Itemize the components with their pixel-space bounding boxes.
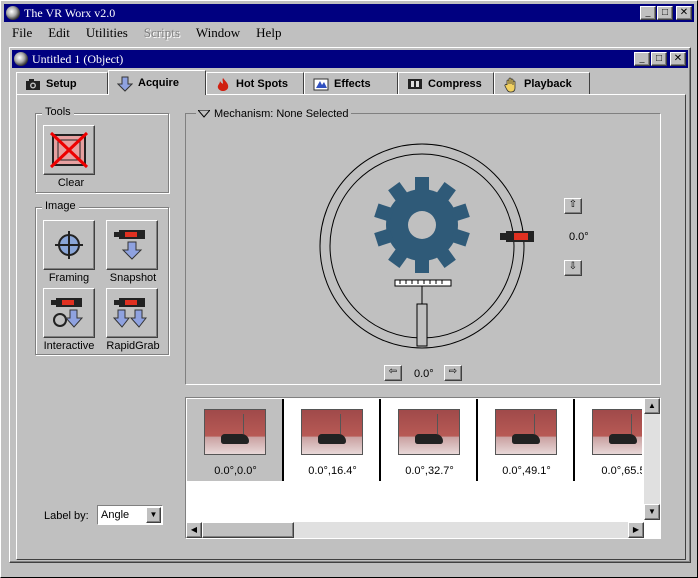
- frame-thumbnail[interactable]: 0.0°,0.0°: [187, 399, 284, 481]
- tilt-up-button[interactable]: ⇧: [564, 198, 582, 214]
- tab-compress-label: Compress: [428, 77, 482, 90]
- document-window: Untitled 1 (Object) _ □ ✕ Setup Acquire …: [9, 47, 691, 563]
- gear-icon: [374, 177, 470, 273]
- menu-window[interactable]: Window: [188, 25, 248, 41]
- tab-setup-label: Setup: [46, 77, 77, 90]
- scroll-right-button[interactable]: ▶: [628, 522, 644, 538]
- frame-thumbnail[interactable]: 0.0°,65.5: [575, 399, 642, 481]
- frame-image: [301, 409, 363, 455]
- rapidgrab-button[interactable]: [106, 288, 158, 338]
- chevron-down-icon[interactable]: ▼: [146, 507, 161, 523]
- tab-playback-label: Playback: [524, 77, 572, 90]
- maximize-button[interactable]: □: [657, 6, 673, 20]
- framing-button[interactable]: [43, 220, 95, 270]
- doc-close-button[interactable]: ✕: [670, 52, 686, 66]
- rapidgrab-label: RapidGrab: [106, 340, 160, 352]
- frame-label: 0.0°,16.4°: [308, 465, 357, 477]
- interactive-icon: [51, 298, 84, 328]
- frame-thumbnail[interactable]: 0.0°,16.4°: [284, 399, 381, 481]
- snapshot-label: Snapshot: [109, 272, 157, 284]
- clear-button[interactable]: [43, 125, 95, 175]
- tab-compress[interactable]: Compress: [398, 72, 494, 94]
- down-arrow-icon: [116, 76, 134, 92]
- clear-icon: [49, 131, 89, 169]
- scroll-up-button[interactable]: ▲: [644, 398, 660, 414]
- clear-label: Clear: [57, 177, 85, 189]
- image-label: Image: [42, 200, 79, 212]
- mechanism-diagram: [319, 143, 534, 349]
- document-icon: [14, 52, 28, 66]
- scroll-thumb[interactable]: [202, 522, 294, 538]
- pan-value: 0.0°: [414, 368, 434, 380]
- frame-thumbnail[interactable]: 0.0°,49.1°: [478, 399, 575, 481]
- interactive-label: Interactive: [43, 340, 95, 352]
- frame-label: 0.0°,49.1°: [502, 465, 551, 477]
- tab-hot-spots-label: Hot Spots: [236, 77, 288, 90]
- tab-bar: Setup Acquire Hot Spots Effects Compress…: [16, 70, 686, 95]
- menu-utilities[interactable]: Utilities: [78, 25, 136, 41]
- effects-icon: [313, 77, 329, 91]
- tilt-value: 0.0°: [569, 231, 589, 243]
- tab-playback[interactable]: Playback: [494, 72, 590, 94]
- tilt-down-button[interactable]: ⇩: [564, 260, 582, 276]
- document-title: Untitled 1 (Object): [32, 51, 124, 66]
- vertical-scrollbar[interactable]: ▲ ▼: [644, 398, 660, 520]
- label-by-value: Angle: [101, 509, 130, 521]
- minimize-button[interactable]: _: [640, 6, 656, 20]
- tools-group: Tools Clear: [35, 106, 169, 193]
- tab-effects[interactable]: Effects: [304, 72, 398, 94]
- app-icon: [6, 6, 20, 20]
- crosshair-icon: [55, 231, 83, 259]
- interactive-button[interactable]: [43, 288, 95, 338]
- flame-icon: [215, 77, 231, 91]
- camera-icon: [25, 77, 41, 91]
- close-button[interactable]: ✕: [676, 6, 692, 20]
- frame-image: [592, 409, 642, 455]
- image-group: Image Framing Snapshot Interactive Rapid…: [35, 200, 169, 355]
- acquire-panel: Tools Clear Image Framing Snapshot Inter…: [16, 94, 686, 560]
- doc-maximize-button[interactable]: □: [651, 52, 667, 66]
- app-titlebar[interactable]: The VR Worx v2.0 _ □ ✕: [4, 4, 694, 22]
- frame-image: [495, 409, 557, 455]
- pan-left-button[interactable]: ⇦: [384, 365, 402, 381]
- frame-image: [398, 409, 460, 455]
- app-title: The VR Worx v2.0: [24, 5, 116, 20]
- menu-help[interactable]: Help: [248, 25, 289, 41]
- frame-strip: 0.0°,0.0° 0.0°,16.4° 0.0°,32.7° 0.0°,49.…: [185, 397, 661, 539]
- framing-label: Framing: [48, 272, 90, 284]
- label-by-label: Label by:: [44, 510, 89, 522]
- film-icon: [407, 77, 423, 91]
- tab-hot-spots[interactable]: Hot Spots: [206, 72, 304, 94]
- scroll-left-button[interactable]: ◀: [186, 522, 202, 538]
- tools-label: Tools: [42, 106, 74, 118]
- menu-edit[interactable]: Edit: [40, 25, 78, 41]
- camera-position-icon: [500, 231, 534, 242]
- tab-effects-label: Effects: [334, 77, 371, 90]
- menu-bar: File Edit Utilities Scripts Window Help: [4, 23, 694, 42]
- mechanism-panel: Mechanism: None Selected ⇧ 0.0° ⇩ ⇦ 0.0°…: [185, 108, 661, 385]
- frame-label: 0.0°,0.0°: [214, 465, 257, 477]
- tab-acquire-label: Acquire: [138, 77, 179, 89]
- doc-minimize-button[interactable]: _: [634, 52, 650, 66]
- frame-label: 0.0°,65.5: [601, 465, 642, 477]
- scroll-down-button[interactable]: ▼: [644, 504, 660, 520]
- horizontal-scrollbar[interactable]: ◀ ▶: [186, 522, 644, 538]
- main-window: The VR Worx v2.0 _ □ ✕ File Edit Utiliti…: [0, 0, 698, 578]
- frame-thumbnail[interactable]: 0.0°,32.7°: [381, 399, 478, 481]
- menu-scripts[interactable]: Scripts: [136, 25, 188, 41]
- rapidgrab-icon: [113, 298, 148, 328]
- frame-image: [204, 409, 266, 455]
- pan-right-button[interactable]: ⇨: [444, 365, 462, 381]
- label-by-select[interactable]: Angle ▼: [97, 505, 163, 525]
- snapshot-button[interactable]: [106, 220, 158, 270]
- menu-file[interactable]: File: [4, 25, 40, 41]
- frame-label: 0.0°,32.7°: [405, 465, 454, 477]
- tab-acquire[interactable]: Acquire: [108, 70, 206, 95]
- tab-setup[interactable]: Setup: [16, 72, 108, 94]
- frame-list: 0.0°,0.0° 0.0°,16.4° 0.0°,32.7° 0.0°,49.…: [187, 399, 642, 521]
- document-titlebar[interactable]: Untitled 1 (Object) _ □ ✕: [12, 50, 688, 68]
- snapshot-icon: [114, 230, 145, 260]
- hand-icon: [503, 77, 519, 92]
